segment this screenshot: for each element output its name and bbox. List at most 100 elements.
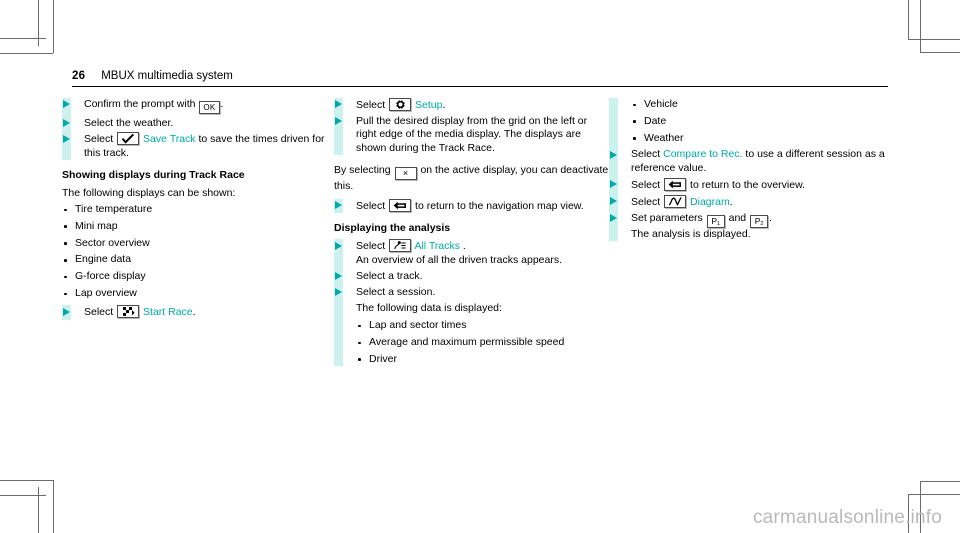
compare-to-rec-link[interactable]: Compare to Rec. [663,148,742,160]
step-group-confirm: Confirm the prompt with OK. Select the w… [62,98,334,161]
step-pull-display: Pull the desired display from the grid o… [335,114,609,155]
column-right: Vehicle Date Weather Select Compare to R… [609,98,889,428]
step-text: Select a track. [356,269,423,282]
step-text: Select [631,195,664,208]
list-item: Sector overview [62,237,334,250]
list-item: Mini map [62,220,334,233]
subhead-displaying-analysis: Displaying the analysis [334,221,451,234]
back-arrow-icon[interactable] [664,177,687,191]
step-text-suffix: . [769,211,772,224]
step-setup: Select Setup. [335,98,609,112]
step-return-nav-map: Select to return to the navigation map v… [335,198,609,213]
step-arrow-icon [63,134,70,143]
gear-icon[interactable] [389,98,412,111]
step-all-tracks: Select All Tracks . An overview of all t… [335,239,609,267]
step-text: Pull the desired display from the grid o… [356,114,588,154]
list-item: Weather [631,132,889,145]
paragraph-deactivate: By selecting × on the active display, yo… [334,164,609,193]
step-text: Select [631,148,664,161]
parameter-p2-subscript: 2 [760,220,764,227]
step-arrow-icon [335,117,342,126]
session-data-list: Vehicle Date Weather [631,98,889,145]
step-text: Select [631,178,664,191]
all-tracks-link[interactable]: All Tracks [414,240,460,252]
step-arrow-icon [63,307,70,316]
step-text: Select [84,133,117,146]
all-tracks-note: An overview of all the driven tracks app… [356,253,563,266]
step-text-middle: and [725,211,750,224]
step-arrow-icon [610,150,617,159]
chapter-title: MBUX multimedia system [101,70,233,82]
step-group-start-race: Select Start Race. [62,305,334,321]
step-set-parameters: Set parameters P1 and P2. The analysis i… [610,211,889,241]
step-group-analysis: Select All Tracks . An overview of all t… [334,239,609,367]
list-item: Driver [356,353,609,366]
step-select-session: Select a session. The following data is … [335,285,609,367]
list-item: Date [631,115,889,128]
step-select-weather: Select the weather. [63,116,334,130]
step-text: Select [356,99,389,111]
list-item: Tire temperature [62,203,334,216]
step-text-suffix: to return to the navigation map view. [412,199,584,212]
step-text: Set parameters [631,211,706,224]
back-arrow-icon[interactable] [389,198,412,212]
manual-page: 26 MBUX multimedia system Confirm the pr… [0,0,960,533]
watermark: carmanualsonline.info [752,507,942,528]
start-race-link[interactable]: Start Race [143,306,193,318]
close-x-icon[interactable]: × [394,167,417,181]
checkered-flag-icon[interactable] [117,305,140,319]
display-list: Tire temperature Mini map Sector overvie… [62,203,334,300]
list-item: Vehicle [631,98,889,111]
step-text-suffix: . [459,240,466,253]
step-arrow-icon [63,118,70,127]
step-save-track: Select Save Track to save the times driv… [63,132,334,160]
parameter-p1-button[interactable]: P1 [706,214,725,228]
save-track-link[interactable]: Save Track [143,133,196,145]
list-item: Lap and sector times [356,319,609,332]
step-select-track: Select a track. [335,269,609,283]
ok-button[interactable]: OK [199,101,220,114]
step-arrow-icon [335,241,342,250]
step-diagram: Select Diagram. [610,194,889,209]
step-text: Select the weather. [84,116,174,129]
step-group-session-data: Vehicle Date Weather Select Compare to R… [609,98,889,241]
list-item: Engine data [62,253,334,266]
step-text-suffix: . [192,306,196,319]
diagram-link[interactable]: Diagram [690,196,730,208]
analysis-displayed-note: The analysis is displayed. [631,227,751,240]
step-arrow-icon [335,200,342,209]
step-text-suffix: . [729,195,733,208]
list-item: Lap overview [62,287,334,300]
all-tracks-icon[interactable] [389,239,412,253]
intro-following-displays: The following displays can be shown: [62,186,236,199]
step-group-setup: Select Setup. Pull the desired display f… [334,98,609,156]
step-arrow-icon [335,100,342,109]
diagram-curve-icon[interactable] [664,194,687,208]
page-header: 26 MBUX multimedia system [72,70,888,87]
column-middle: Select Setup. Pull the desired display f… [334,98,609,428]
parameter-p2-button[interactable]: P2 [750,214,769,228]
step-text: Select [356,199,389,212]
step-confirm-prompt: Confirm the prompt with OK. [63,98,334,114]
content-columns: Confirm the prompt with OK. Select the w… [62,98,942,428]
step-text-suffix: . [220,98,224,110]
step-compare-to-rec: Select Compare to Rec. to use a differen… [610,148,889,175]
subhead-showing-displays: Showing displays during Track Race [62,169,245,182]
step-text: Select a session. [356,285,436,298]
column-left: Confirm the prompt with OK. Select the w… [62,98,334,428]
step-group-back: Select to return to the navigation map v… [334,198,609,214]
deactivate-text-prefix: By selecting [334,164,394,177]
list-item: G-force display [62,270,334,283]
step-arrow-icon [335,272,342,281]
step-arrow-icon [63,100,70,109]
following-data-note: The following data is displayed: [356,301,502,314]
page-number: 26 [72,70,86,82]
step-arrow-icon [610,180,617,189]
step-text-suffix: . [442,99,446,111]
checkmark-icon[interactable] [117,132,140,146]
step-arrow-icon [610,213,617,222]
step-text: Confirm the prompt with [84,98,199,110]
setup-link[interactable]: Setup [415,99,442,111]
analysis-data-list: Lap and sector times Average and maximum… [356,319,609,366]
step-text: Select [356,240,389,253]
